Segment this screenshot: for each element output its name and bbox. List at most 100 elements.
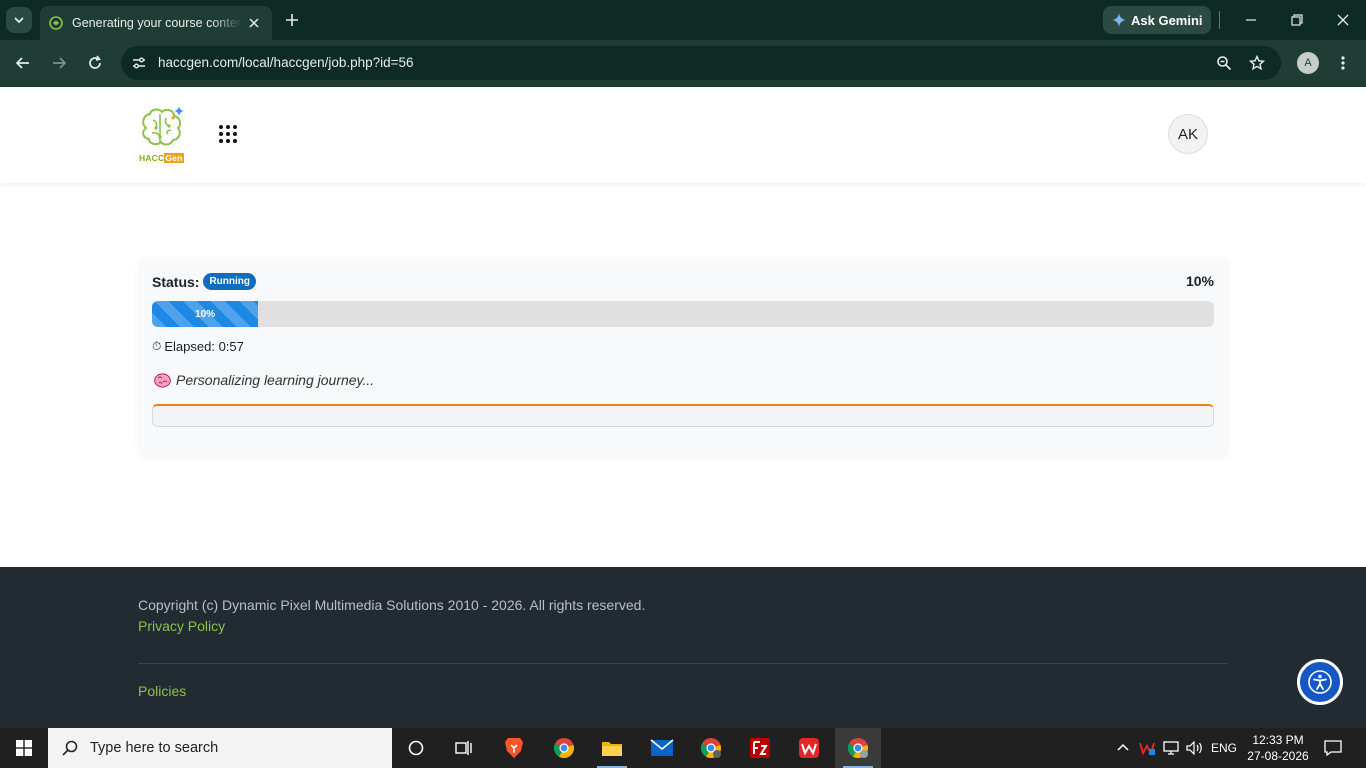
clock-time: 12:33 PM [1252, 733, 1304, 747]
address-bar[interactable]: haccgen.com/local/haccgen/job.php?id=56 [121, 46, 1281, 80]
chevron-down-icon [14, 17, 24, 24]
taskbar-chrome-active[interactable] [835, 728, 881, 768]
tab-title: Generating your course content [72, 16, 242, 30]
user-avatar[interactable]: AK [1168, 114, 1208, 154]
forward-arrow-icon [53, 57, 67, 69]
tray-network-icon[interactable] [1160, 728, 1182, 768]
back-button[interactable] [11, 51, 35, 75]
language-indicator: ENG [1210, 741, 1237, 755]
tray-language[interactable]: ENG [1209, 728, 1239, 768]
search-icon [62, 740, 78, 756]
mail-icon [650, 739, 674, 756]
site-settings-button[interactable] [129, 53, 149, 73]
browser-tabstrip: Generating your course content Ask Gemin… [0, 0, 1366, 40]
apps-grid-icon[interactable] [219, 125, 239, 145]
cortana-button[interactable] [393, 728, 439, 768]
action-center-button[interactable] [1320, 728, 1346, 768]
cortana-icon [408, 740, 424, 756]
tray-volume-icon[interactable] [1184, 728, 1206, 768]
restore-button[interactable] [1285, 8, 1309, 32]
plus-icon [286, 14, 298, 26]
windows-taskbar: Type here to search ENG 12:33 PM 27-08-2… [0, 728, 1366, 768]
copyright-text: Copyright (c) Dynamic Pixel Multimedia S… [138, 597, 646, 613]
star-icon [1249, 55, 1265, 71]
tab-close-button[interactable] [246, 15, 262, 31]
zoom-button[interactable] [1214, 53, 1234, 73]
restore-icon [1291, 14, 1303, 26]
brain-emoji-icon [154, 372, 171, 388]
file-explorer-icon [602, 742, 622, 756]
status-label: Status: [152, 273, 200, 290]
forward-button[interactable] [47, 51, 71, 75]
tray-overflow-button[interactable] [1112, 728, 1134, 768]
browser-menu-button[interactable] [1334, 52, 1352, 74]
taskbar-wps-office[interactable] [786, 728, 832, 768]
windows-start-icon [16, 740, 32, 756]
taskbar-mail[interactable] [639, 728, 685, 768]
brave-icon [505, 738, 523, 758]
wps-tray-icon [1139, 742, 1155, 756]
notification-icon [1324, 740, 1342, 756]
taskbar-search-placeholder: Type here to search [90, 740, 219, 756]
new-tab-button[interactable] [282, 10, 302, 30]
close-icon [249, 18, 259, 28]
tab-search-button[interactable] [6, 7, 32, 33]
brain-logo-icon [142, 106, 184, 146]
accessibility-icon [1308, 670, 1332, 694]
privacy-policy-link[interactable]: Privacy Policy [138, 618, 225, 634]
browser-tab-active[interactable]: Generating your course content [40, 6, 272, 40]
taskbar-clock[interactable]: 12:33 PM 27-08-2026 [1240, 732, 1316, 764]
chrome-icon [700, 738, 721, 759]
tray-wps-icon[interactable] [1136, 728, 1158, 768]
taskbar-filezilla[interactable] [737, 728, 783, 768]
close-window-button[interactable] [1331, 8, 1355, 32]
back-arrow-icon [15, 57, 29, 69]
wps-office-icon [799, 738, 819, 758]
browser-toolbar: haccgen.com/local/haccgen/job.php?id=56 … [0, 40, 1366, 87]
taskbar-file-explorer[interactable] [589, 728, 635, 768]
site-logo[interactable]: HACCGen [138, 104, 186, 164]
reload-button[interactable] [83, 51, 107, 75]
policies-link[interactable]: Policies [138, 683, 186, 699]
stopwatch-icon: ⏱ [152, 339, 162, 353]
taskbar-search-box[interactable]: Type here to search [48, 728, 392, 768]
current-step-text: Personalizing learning journey... [176, 372, 375, 388]
footer-divider [138, 663, 1228, 664]
task-view-button[interactable] [441, 728, 487, 768]
minimize-icon [1246, 19, 1256, 21]
chevron-up-icon [1117, 743, 1129, 751]
job-log-output [152, 404, 1214, 427]
volume-icon [1186, 741, 1202, 755]
reload-icon [89, 55, 101, 69]
start-button[interactable] [0, 728, 48, 768]
taskbar-chrome[interactable] [541, 728, 587, 768]
elapsed-time: ⏱ Elapsed: 0:57 [152, 339, 244, 354]
kebab-menu-icon [1341, 56, 1345, 70]
toolbar-separator [1219, 11, 1220, 29]
profile-button[interactable]: A [1297, 52, 1319, 74]
site-settings-icon [133, 57, 145, 69]
taskbar-brave[interactable] [491, 728, 537, 768]
tab-favicon-icon [49, 16, 63, 30]
job-status-card: Status: Running 10% 10% ⏱ Elapsed: 0:57 … [139, 258, 1228, 455]
taskbar-chrome-profile[interactable] [688, 728, 734, 768]
progress-bar-fill: 10% [152, 301, 259, 327]
status-row: Status: Running [152, 273, 256, 290]
url-text[interactable]: haccgen.com/local/haccgen/job.php?id=56 [158, 55, 414, 70]
accessibility-button[interactable] [1297, 659, 1343, 705]
elapsed-text: Elapsed: 0:57 [164, 339, 244, 354]
gemini-sparkle-icon [1112, 13, 1126, 27]
chrome-icon [847, 738, 868, 759]
ask-gemini-button[interactable]: Ask Gemini [1103, 6, 1211, 34]
progress-percent-label: 10% [1185, 273, 1214, 289]
clock-date: 27-08-2026 [1247, 749, 1309, 763]
filezilla-icon [750, 738, 770, 758]
task-view-icon [455, 741, 472, 755]
site-footer: Copyright (c) Dynamic Pixel Multimedia S… [0, 567, 1366, 728]
logo-wordmark: HACCGen [139, 153, 184, 163]
current-step: Personalizing learning journey... [154, 372, 374, 388]
chrome-icon [553, 738, 574, 759]
zoom-icon [1217, 56, 1232, 71]
bookmark-button[interactable] [1247, 53, 1267, 73]
minimize-button[interactable] [1239, 8, 1263, 32]
